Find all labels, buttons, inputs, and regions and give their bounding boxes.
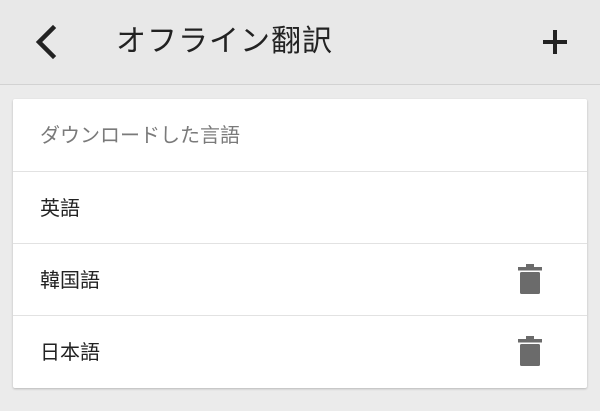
- back-button[interactable]: [20, 18, 72, 66]
- app-bar: オフライン翻訳: [0, 0, 600, 85]
- plus-icon: [543, 30, 567, 54]
- section-header-label: ダウンロードした言語: [40, 123, 240, 147]
- language-label: 英語: [40, 196, 80, 220]
- language-label: 韓国語: [40, 268, 100, 292]
- delete-korean-button[interactable]: [509, 258, 551, 300]
- page-title: オフライン翻訳: [116, 24, 333, 59]
- language-label: 日本語: [40, 340, 100, 364]
- language-row-english[interactable]: 英語: [13, 172, 587, 244]
- section-header: ダウンロードした言語: [13, 99, 587, 172]
- downloaded-languages-card: ダウンロードした言語 英語 韓国語 日本語: [13, 99, 587, 388]
- add-language-button[interactable]: [530, 18, 580, 66]
- trash-icon: [518, 336, 542, 366]
- chevron-left-icon: [35, 24, 57, 60]
- language-row-japanese[interactable]: 日本語: [13, 316, 587, 388]
- trash-icon: [518, 264, 542, 294]
- delete-japanese-button[interactable]: [509, 330, 551, 372]
- language-row-korean[interactable]: 韓国語: [13, 244, 587, 316]
